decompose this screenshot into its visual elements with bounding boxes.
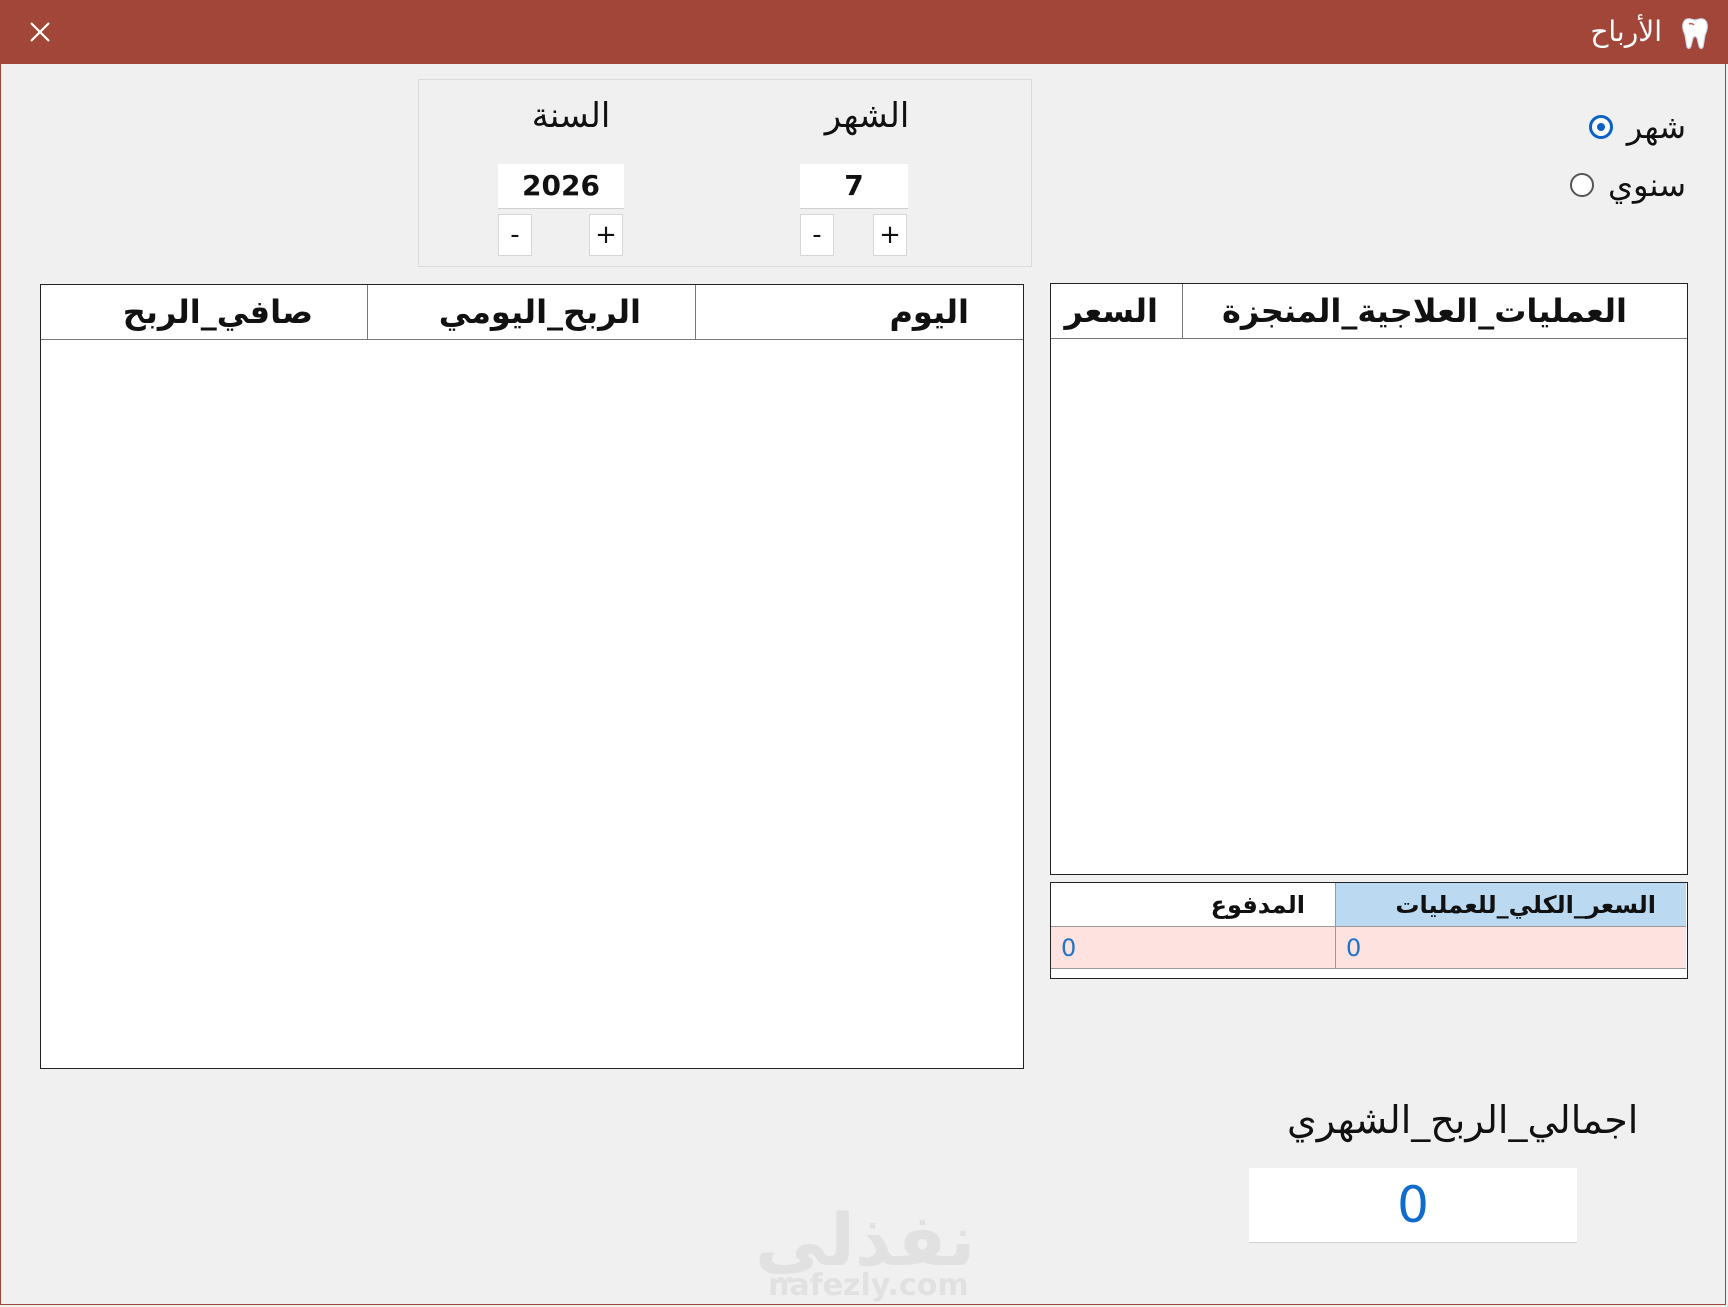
operations-table-header: العمليات_العلاجية_المنجزة السعر <box>1051 284 1687 339</box>
column-header-net-profit[interactable]: صافي_الربح <box>42 285 367 339</box>
operations-table[interactable]: العمليات_العلاجية_المنجزة السعر <box>1050 283 1688 875</box>
monthly-profit-label: اجمالي_الربح_الشهري <box>1287 1098 1639 1142</box>
radio-monthly-label: شهر <box>1626 108 1686 146</box>
month-increment-button[interactable]: + <box>873 214 907 256</box>
watermark-url: nafezly.com <box>768 1268 969 1303</box>
radio-yearly-indicator[interactable] <box>1569 173 1594 197</box>
year-value[interactable]: 2026 <box>498 164 624 209</box>
year-increment-button[interactable]: + <box>589 214 623 256</box>
column-header-price[interactable]: السعر <box>1052 284 1182 338</box>
radio-yearly-label: سنوي <box>1607 166 1686 204</box>
year-decrement-button[interactable]: - <box>498 214 532 256</box>
radio-monthly[interactable]: شهر <box>1588 107 1686 147</box>
radio-yearly[interactable]: سنوي <box>1569 165 1686 205</box>
profit-table-header: اليوم الربح_اليومي صافي_الربح <box>41 285 1023 340</box>
close-button[interactable] <box>18 14 62 50</box>
period-selector-panel: الشهر السنة 7 - + 2026 - + <box>418 79 1032 267</box>
tooth-icon <box>1682 18 1708 49</box>
totals-grid[interactable]: السعر_الكلي_للعمليات المدفوع 0 0 <box>1050 882 1688 979</box>
month-value[interactable]: 7 <box>800 164 908 209</box>
paid-header: المدفوع <box>1051 883 1336 927</box>
monthly-profit-value[interactable]: 0 <box>1249 1168 1577 1243</box>
total-price-value[interactable]: 0 <box>1336 927 1686 969</box>
column-header-operations[interactable]: العمليات_العلاجية_المنجزة <box>1182 284 1687 338</box>
profit-table[interactable]: اليوم الربح_اليومي صافي_الربح <box>40 284 1024 1069</box>
column-header-day[interactable]: اليوم <box>695 285 1023 339</box>
paid-value[interactable]: 0 <box>1051 927 1336 969</box>
month-label: الشهر <box>824 96 910 136</box>
column-header-daily-profit[interactable]: الربح_اليومي <box>367 285 695 339</box>
year-label: السنة <box>531 96 611 136</box>
close-icon <box>30 22 50 42</box>
window-title: الأرباح <box>1590 15 1662 48</box>
radio-monthly-indicator[interactable] <box>1588 115 1613 139</box>
title-bar: الأرباح <box>0 0 1728 64</box>
total-price-header: السعر_الكلي_للعمليات <box>1336 883 1686 927</box>
month-decrement-button[interactable]: - <box>800 214 834 256</box>
